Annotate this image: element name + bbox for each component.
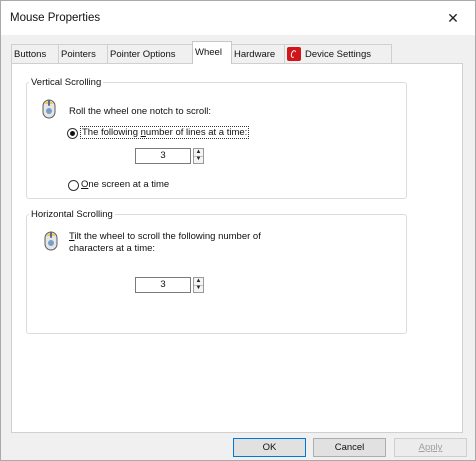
- cancel-button[interactable]: Cancel: [313, 438, 386, 457]
- tab-label: Buttons: [14, 49, 47, 60]
- label-part: umber of lines at a time:: [145, 127, 248, 138]
- apply-label: Apply: [418, 442, 443, 453]
- mouse-wheel-icon: [42, 99, 56, 119]
- chars-count-input[interactable]: 3: [135, 277, 191, 293]
- window-title: Mouse Properties: [10, 12, 101, 24]
- chars-count-spinner[interactable]: ▲ ▼: [193, 277, 204, 293]
- tab-pointers[interactable]: Pointers: [58, 44, 108, 63]
- spin-down-icon[interactable]: ▼: [194, 156, 203, 163]
- ok-button[interactable]: OK: [233, 438, 306, 457]
- vertical-instruction: Roll the wheel one notch to scroll:: [69, 106, 212, 117]
- tab-label: Pointers: [61, 49, 96, 60]
- horizontal-instruction-line1: Tilt the wheel to scroll the following n…: [69, 231, 261, 242]
- lines-at-a-time-radio[interactable]: [67, 128, 78, 139]
- group-legend: Vertical Scrolling: [31, 77, 102, 88]
- tab-label: Wheel: [195, 47, 222, 58]
- tab-strip: Buttons Pointers Pointer Options Wheel H…: [11, 41, 465, 64]
- group-legend: Horizontal Scrolling: [31, 209, 113, 220]
- tab-label: Device Settings: [305, 49, 372, 60]
- spin-down-icon[interactable]: ▼: [194, 285, 203, 292]
- close-button[interactable]: ✕: [431, 1, 475, 35]
- tab-label: Pointer Options: [110, 49, 176, 60]
- one-screen-radio[interactable]: [68, 180, 79, 191]
- close-icon: ✕: [447, 10, 459, 26]
- tab-pointer-options[interactable]: Pointer Options: [107, 44, 193, 63]
- lines-count-input[interactable]: 3: [135, 148, 191, 164]
- title-bar: Mouse Properties ✕: [1, 1, 475, 35]
- wheel-tab-panel: Vertical Scrolling Roll the wheel one no…: [11, 63, 463, 433]
- tab-wheel[interactable]: Wheel: [192, 41, 232, 64]
- one-screen-label[interactable]: One screen at a time: [81, 179, 169, 190]
- tab-device-settings[interactable]: Device Settings: [284, 44, 392, 63]
- lines-at-a-time-label[interactable]: The following number of lines at a time:: [79, 126, 250, 139]
- device-settings-icon: [287, 47, 301, 62]
- label-part: The following: [82, 127, 141, 138]
- horizontal-instruction-line2: characters at a time:: [69, 243, 156, 254]
- apply-button: Apply: [394, 438, 467, 457]
- mouse-properties-dialog: Mouse Properties ✕ Buttons Pointers Poin…: [0, 0, 476, 461]
- tab-buttons[interactable]: Buttons: [11, 44, 59, 63]
- label-part: ilt the wheel to scroll the following nu…: [74, 231, 261, 242]
- tab-hardware[interactable]: Hardware: [231, 44, 285, 63]
- lines-count-spinner[interactable]: ▲ ▼: [193, 148, 204, 164]
- mouse-wheel-icon: [44, 231, 58, 251]
- horizontal-scrolling-group: Horizontal Scrolling: [26, 209, 407, 334]
- label-part: ne screen at a time: [88, 179, 170, 190]
- tab-label: Hardware: [234, 49, 276, 60]
